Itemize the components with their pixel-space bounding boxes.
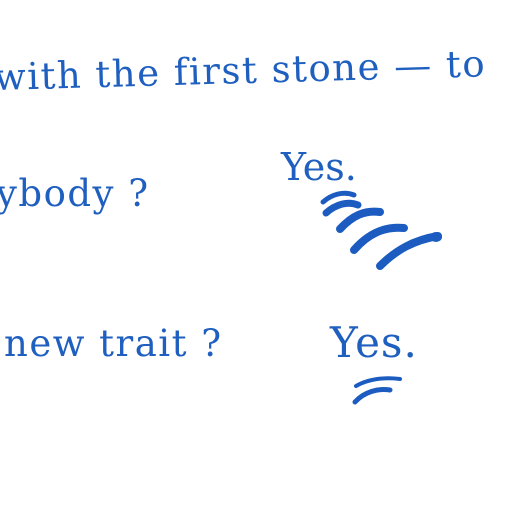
answer-yes-second: Yes. — [330, 318, 418, 367]
handwritten-scribble-first — [320, 190, 442, 270]
answer-yes-first: Yes. — [281, 145, 357, 189]
text-line-first-stone: with the first stone — to — [0, 42, 487, 99]
text-line-new-trait-question: new trait ? — [4, 322, 223, 365]
handwritten-scribble-second — [352, 376, 402, 405]
text-line-anybody-question: ybody ? — [0, 172, 150, 215]
document-page: with the first stone — to ybody ? Yes. n… — [0, 0, 512, 512]
